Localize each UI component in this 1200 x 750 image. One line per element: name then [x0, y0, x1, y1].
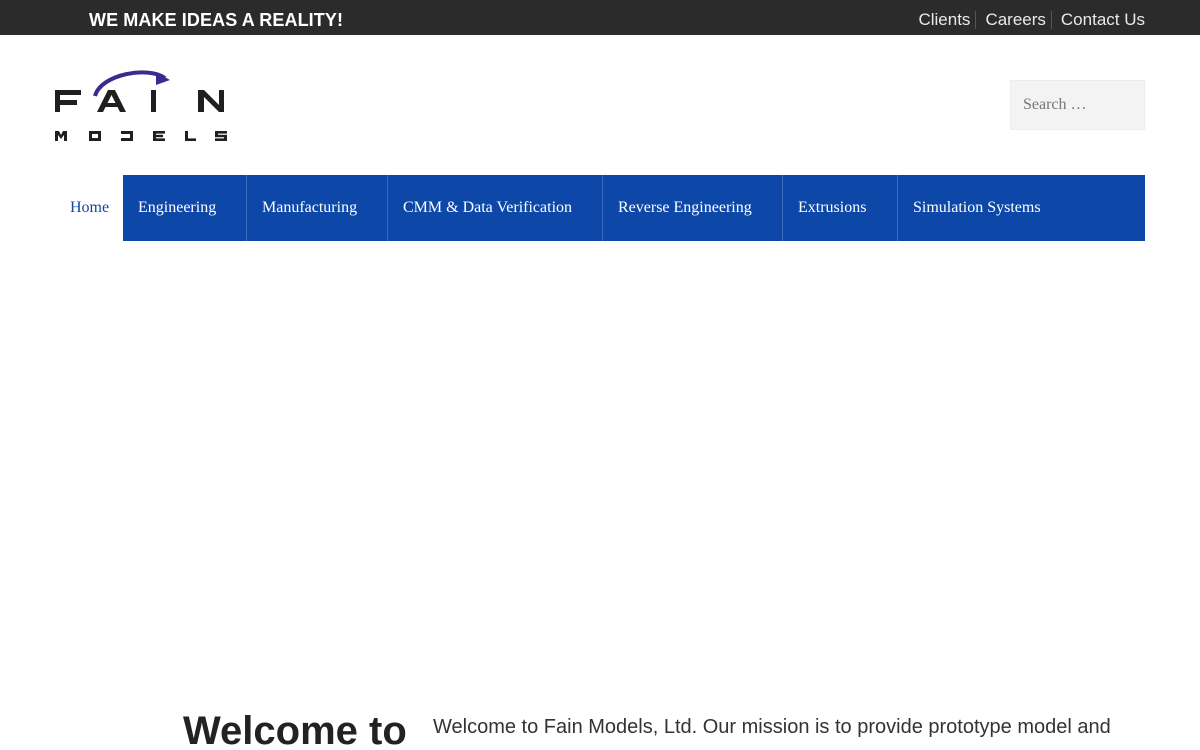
main-nav: Home Engineering Manufacturing CMM & Dat…	[55, 175, 1145, 241]
nav-item-manufacturing[interactable]: Manufacturing	[247, 175, 388, 241]
nav-item-simulation-systems[interactable]: Simulation Systems	[898, 175, 1068, 241]
nav-item-extrusions[interactable]: Extrusions	[783, 175, 898, 241]
top-links: Clients Careers Contact Us	[918, 10, 1145, 30]
top-bar: WE MAKE IDEAS A REALITY! Clients Careers…	[0, 0, 1200, 35]
fain-models-logo[interactable]	[53, 68, 228, 146]
nav-item-reverse-engineering[interactable]: Reverse Engineering	[603, 175, 783, 241]
contact-us-link[interactable]: Contact Us	[1061, 10, 1145, 30]
clients-link[interactable]: Clients	[918, 10, 970, 30]
link-divider	[1050, 11, 1052, 29]
nav-item-cmm-data-verification[interactable]: CMM & Data Verification	[388, 175, 603, 241]
nav-item-home[interactable]: Home	[55, 175, 123, 241]
tagline: WE MAKE IDEAS A REALITY!	[89, 10, 344, 30]
welcome-paragraph: Welcome to Fain Models, Ltd. Our mission…	[433, 716, 1111, 738]
search-input[interactable]: Search …	[1010, 80, 1145, 130]
nav-item-engineering[interactable]: Engineering	[123, 175, 247, 241]
link-divider	[975, 11, 977, 29]
careers-link[interactable]: Careers	[985, 10, 1045, 30]
welcome-heading: Welcome to	[183, 709, 407, 750]
